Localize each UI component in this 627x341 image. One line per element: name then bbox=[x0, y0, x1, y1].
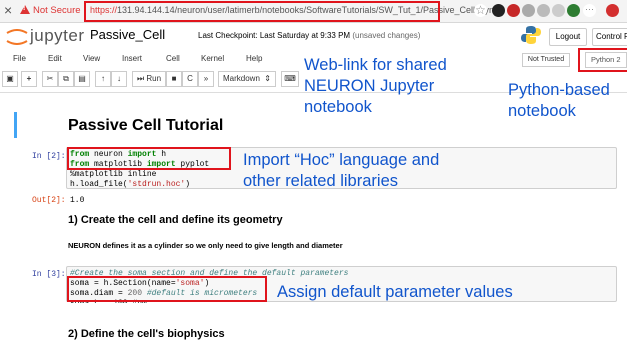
cell-type-select[interactable]: Markdown ⇕ bbox=[218, 71, 276, 87]
import-annotation: Import “Hoc” language and other related … bbox=[243, 151, 440, 190]
warning-icon bbox=[20, 5, 30, 14]
notebook-name[interactable]: Passive_Cell bbox=[90, 27, 165, 42]
extension-gray2-icon[interactable] bbox=[537, 4, 550, 17]
kernel-highlight-box bbox=[578, 48, 627, 72]
menu-insert[interactable]: Insert bbox=[122, 54, 142, 63]
menu-edit[interactable]: Edit bbox=[48, 54, 62, 63]
output-value: 1.0 bbox=[70, 196, 85, 205]
logout-button[interactable]: Logout bbox=[549, 28, 587, 46]
menu-kernel[interactable]: Kernel bbox=[201, 54, 224, 63]
insert-cell-icon[interactable]: + bbox=[21, 71, 37, 87]
jupyter-logo-icon bbox=[6, 29, 28, 45]
menu-cell[interactable]: Cell bbox=[166, 54, 180, 63]
save-icon[interactable]: ▣ bbox=[2, 71, 18, 87]
paste-icon[interactable]: ▤ bbox=[74, 71, 90, 87]
input-prompt-2: In [2]: bbox=[32, 152, 66, 161]
move-down-icon[interactable]: ↓ bbox=[111, 71, 127, 87]
cut-icon[interactable]: ✂ bbox=[42, 71, 58, 87]
section-heading-2: 2) Define the cell's biophysics bbox=[68, 328, 225, 340]
extension-gray-icon[interactable] bbox=[522, 4, 535, 17]
notebook-title: Passive Cell Tutorial bbox=[68, 117, 224, 134]
app-name[interactable]: jupyter bbox=[30, 26, 85, 46]
run-button[interactable]: ⏭ Run bbox=[132, 71, 166, 87]
bookmark-star-icon[interactable]: ☆ bbox=[474, 4, 487, 17]
selected-cell-bar bbox=[14, 112, 17, 138]
extension-gray3-icon[interactable] bbox=[552, 4, 565, 17]
menu-file[interactable]: File bbox=[13, 54, 26, 63]
not-secure-indicator[interactable]: Not Secure bbox=[20, 5, 81, 16]
url-highlight-box bbox=[84, 1, 440, 22]
section-heading-1: 1) Create the cell and define its geomet… bbox=[68, 214, 283, 226]
move-up-icon[interactable]: ↑ bbox=[95, 71, 111, 87]
not-trusted-indicator[interactable]: Not Trusted bbox=[522, 53, 570, 67]
menu-help[interactable]: Help bbox=[246, 54, 262, 63]
weblink-annotation: Web-link for shared NEURON Jupyter noteb… bbox=[304, 56, 447, 116]
assign-highlight-box bbox=[67, 276, 267, 302]
cell1-line4: h.load_file('stdrun.hoc') bbox=[70, 180, 191, 189]
more-icon[interactable]: ⋯ bbox=[583, 4, 596, 17]
fast-forward-icon[interactable]: » bbox=[198, 71, 214, 87]
menu-view[interactable]: View bbox=[83, 54, 100, 63]
copy-icon[interactable]: ⧉ bbox=[58, 71, 74, 87]
section-paragraph-1: NEURON defines it as a cylinder so we on… bbox=[68, 241, 343, 250]
restart-icon[interactable]: C bbox=[182, 71, 198, 87]
extension-red-icon[interactable] bbox=[507, 4, 520, 17]
python-annotation: Python-based notebook bbox=[508, 81, 610, 120]
input-prompt-3: In [3]: bbox=[32, 270, 66, 279]
control-panel-button[interactable]: Control Panel bbox=[592, 28, 627, 46]
assign-annotation: Assign default parameter values bbox=[277, 283, 513, 301]
output-prompt-2: Out[2]: bbox=[32, 196, 66, 205]
extension-green-icon[interactable] bbox=[567, 4, 580, 17]
select-chevron-icon: ⇕ bbox=[264, 74, 271, 83]
keyboard-icon[interactable]: ⌨ bbox=[281, 71, 299, 87]
stop-icon[interactable]: ■ bbox=[166, 71, 182, 87]
checkpoint-status: Last Checkpoint: Last Saturday at 9:33 P… bbox=[198, 31, 421, 40]
close-tab-icon[interactable]: × bbox=[4, 2, 12, 18]
profile-icon[interactable] bbox=[606, 4, 619, 17]
cell1-line3: %matplotlib inline bbox=[70, 170, 157, 179]
extension-icon[interactable] bbox=[492, 4, 505, 17]
import-highlight-box bbox=[67, 147, 231, 170]
run-icon: ⏭ bbox=[136, 74, 145, 83]
python-logo-icon bbox=[521, 26, 541, 44]
